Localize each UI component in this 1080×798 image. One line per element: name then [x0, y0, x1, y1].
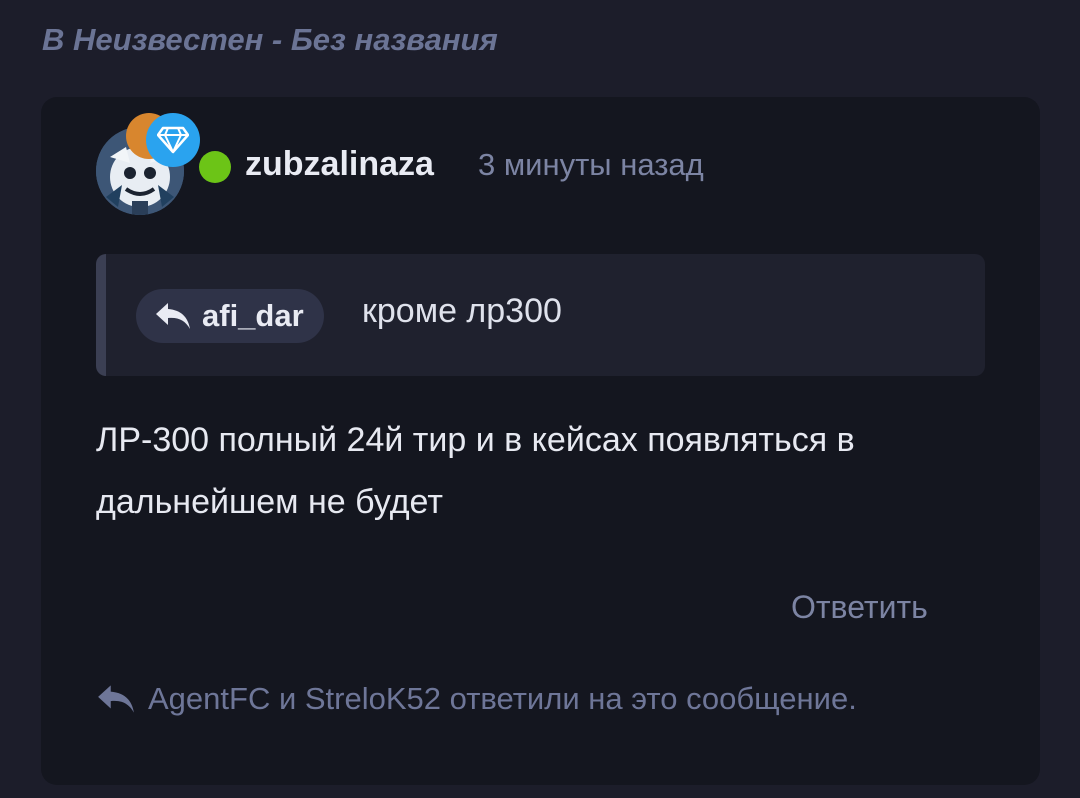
online-status-dot: [199, 151, 231, 183]
author-username[interactable]: zubzalinaza: [245, 145, 434, 184]
avatar-group[interactable]: [96, 113, 206, 215]
diamond-icon: [157, 126, 189, 154]
diamond-badge: [146, 113, 200, 167]
message-body: ЛР-300 полный 24й тир и в кейсах появлят…: [96, 421, 855, 521]
quote-text: кроме лр300: [362, 292, 562, 330]
replies-summary[interactable]: AgentFC и StreloK52 ответили на это сооб…: [96, 681, 857, 717]
reply-arrow-icon: [156, 303, 190, 329]
message-card: zubzalinaza 3 минуты назад afi_dar кроме…: [41, 97, 1040, 785]
quote-author-name: afi_dar: [202, 298, 304, 333]
post-timestamp[interactable]: 3 минуты назад: [478, 147, 704, 183]
replies-summary-text: AgentFC и StreloK52 ответили на это сооб…: [148, 681, 857, 716]
reply-button[interactable]: Ответить: [791, 589, 928, 626]
thread-title[interactable]: В Неизвестен - Без названия: [42, 22, 498, 58]
reply-arrow-icon: [98, 685, 134, 713]
quote-author-chip[interactable]: afi_dar: [136, 289, 324, 343]
page: В Неизвестен - Без названия zubzalinaza …: [0, 0, 1080, 798]
quoted-message[interactable]: afi_dar кроме лр300: [96, 254, 985, 376]
